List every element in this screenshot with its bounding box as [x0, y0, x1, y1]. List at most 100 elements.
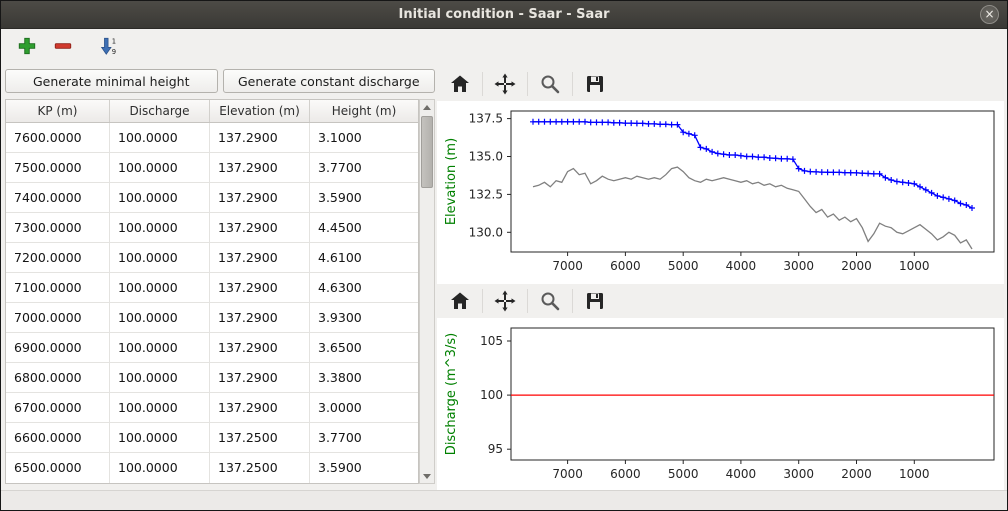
elevation-figure[interactable]: 7000600050004000300020001000137.5135.013…	[437, 101, 1004, 284]
svg-text:7000: 7000	[552, 467, 583, 481]
discharge-chart[interactable]: 700060005000400030002000100010510095Disc…	[437, 318, 1004, 492]
table-cell[interactable]: 3.7700	[310, 423, 418, 452]
table-cell[interactable]: 137.2500	[210, 453, 310, 483]
table-body: 7600.0000100.0000137.29003.10007500.0000…	[6, 123, 418, 483]
table-cell[interactable]: 137.2900	[210, 303, 310, 332]
save-button[interactable]	[580, 287, 610, 315]
table-row[interactable]: 7000.0000100.0000137.29003.9300	[6, 303, 418, 333]
close-button[interactable]: ×	[980, 5, 999, 24]
save-icon	[583, 72, 607, 96]
table-row[interactable]: 6600.0000100.0000137.25003.7700	[6, 423, 418, 453]
table-cell[interactable]: 137.2500	[210, 423, 310, 452]
table-scrollbar[interactable]	[419, 99, 435, 484]
table-cell[interactable]: 3.6500	[310, 333, 418, 362]
remove-row-icon	[53, 36, 73, 56]
pan-button[interactable]	[490, 70, 520, 98]
table-row[interactable]: 7400.0000100.0000137.29003.5900	[6, 183, 418, 213]
discharge-plot-toolbar	[441, 284, 1004, 318]
table-cell[interactable]: 137.2900	[210, 243, 310, 272]
svg-text:4000: 4000	[726, 467, 757, 481]
save-icon	[583, 289, 607, 313]
table-cell[interactable]: 100.0000	[110, 423, 210, 452]
column-header[interactable]: Discharge (m³/s)	[110, 100, 210, 122]
table-row[interactable]: 7500.0000100.0000137.29003.7700	[6, 153, 418, 183]
discharge-figure[interactable]: 700060005000400030002000100010510095Disc…	[437, 318, 1004, 492]
table-cell[interactable]: 137.2900	[210, 363, 310, 392]
save-button[interactable]	[580, 70, 610, 98]
table-cell[interactable]: 6600.0000	[6, 423, 110, 452]
add-row-button[interactable]	[15, 34, 39, 58]
svg-text:7000: 7000	[552, 259, 583, 273]
app-window: Initial condition - Saar - Saar × 1 9 Ge…	[0, 0, 1008, 511]
table-cell[interactable]: 3.1000	[310, 123, 418, 152]
table-cell[interactable]: 100.0000	[110, 303, 210, 332]
title-bar[interactable]: Initial condition - Saar - Saar ×	[1, 1, 1007, 29]
table-cell[interactable]: 7600.0000	[6, 123, 110, 152]
table-cell[interactable]: 3.0000	[310, 393, 418, 422]
table-row[interactable]: 7200.0000100.0000137.29004.6100	[6, 243, 418, 273]
table-cell[interactable]: 100.0000	[110, 153, 210, 182]
column-header[interactable]: Height (m)	[310, 100, 418, 122]
column-header[interactable]: KP (m)	[6, 100, 110, 122]
scroll-up-button[interactable]	[420, 100, 434, 114]
zoom-icon	[538, 72, 562, 96]
home-button[interactable]	[445, 70, 475, 98]
table-cell[interactable]: 137.2900	[210, 393, 310, 422]
table-cell[interactable]: 137.2900	[210, 273, 310, 302]
table-cell[interactable]: 100.0000	[110, 393, 210, 422]
table-cell[interactable]: 137.2900	[210, 333, 310, 362]
column-header[interactable]: Elevation (m)	[210, 100, 310, 122]
table-cell[interactable]: 3.3800	[310, 363, 418, 392]
scroll-down-button[interactable]	[420, 469, 434, 483]
table-cell[interactable]: 6700.0000	[6, 393, 110, 422]
table-cell[interactable]: 100.0000	[110, 273, 210, 302]
svg-text:1000: 1000	[899, 467, 930, 481]
generate-constant-discharge-button[interactable]: Generate constant discharge	[223, 69, 436, 93]
table-cell[interactable]: 7100.0000	[6, 273, 110, 302]
remove-row-button[interactable]	[51, 34, 75, 58]
scrollbar-thumb[interactable]	[421, 116, 433, 188]
table-cell[interactable]: 3.5900	[310, 453, 418, 483]
generate-minimal-height-button[interactable]: Generate minimal height	[5, 69, 218, 93]
sort-rows-button[interactable]: 1 9	[97, 34, 121, 58]
table-cell[interactable]: 3.7700	[310, 153, 418, 182]
zoom-button[interactable]	[535, 70, 565, 98]
table-cell[interactable]: 7000.0000	[6, 303, 110, 332]
table-cell[interactable]: 7300.0000	[6, 213, 110, 242]
table-cell[interactable]: 3.9300	[310, 303, 418, 332]
table-cell[interactable]: 6800.0000	[6, 363, 110, 392]
home-button[interactable]	[445, 287, 475, 315]
table-row[interactable]: 6900.0000100.0000137.29003.6500	[6, 333, 418, 363]
table-cell[interactable]: 7500.0000	[6, 153, 110, 182]
table-row[interactable]: 7100.0000100.0000137.29004.6300	[6, 273, 418, 303]
table-cell[interactable]: 3.5900	[310, 183, 418, 212]
table-cell[interactable]: 137.2900	[210, 213, 310, 242]
table-cell[interactable]: 100.0000	[110, 123, 210, 152]
table-row[interactable]: 7300.0000100.0000137.29004.4500	[6, 213, 418, 243]
table-row[interactable]: 6700.0000100.0000137.29003.0000	[6, 393, 418, 423]
table-cell[interactable]: 137.2900	[210, 123, 310, 152]
pan-button[interactable]	[490, 287, 520, 315]
table-row[interactable]: 6800.0000100.0000137.29003.3800	[6, 363, 418, 393]
table-cell[interactable]: 7200.0000	[6, 243, 110, 272]
table-cell[interactable]: 6900.0000	[6, 333, 110, 362]
table-row[interactable]: 6500.0000100.0000137.25003.5900	[6, 453, 418, 483]
table-cell[interactable]: 100.0000	[110, 183, 210, 212]
table-cell[interactable]: 4.4500	[310, 213, 418, 242]
svg-text:9: 9	[112, 48, 116, 56]
table-cell[interactable]: 100.0000	[110, 333, 210, 362]
elevation-chart[interactable]: 7000600050004000300020001000137.5135.013…	[437, 101, 1004, 284]
table-cell[interactable]: 7400.0000	[6, 183, 110, 212]
table-cell[interactable]: 100.0000	[110, 453, 210, 483]
table-cell[interactable]: 100.0000	[110, 363, 210, 392]
table-cell[interactable]: 100.0000	[110, 243, 210, 272]
table-cell[interactable]: 6500.0000	[6, 453, 110, 483]
table-row[interactable]: 7600.0000100.0000137.29003.1000	[6, 123, 418, 153]
zoom-button[interactable]	[535, 287, 565, 315]
table-cell[interactable]: 4.6300	[310, 273, 418, 302]
toolbar-separator	[572, 289, 573, 313]
table-cell[interactable]: 137.2900	[210, 183, 310, 212]
table-cell[interactable]: 100.0000	[110, 213, 210, 242]
table-cell[interactable]: 4.6100	[310, 243, 418, 272]
table-cell[interactable]: 137.2900	[210, 153, 310, 182]
